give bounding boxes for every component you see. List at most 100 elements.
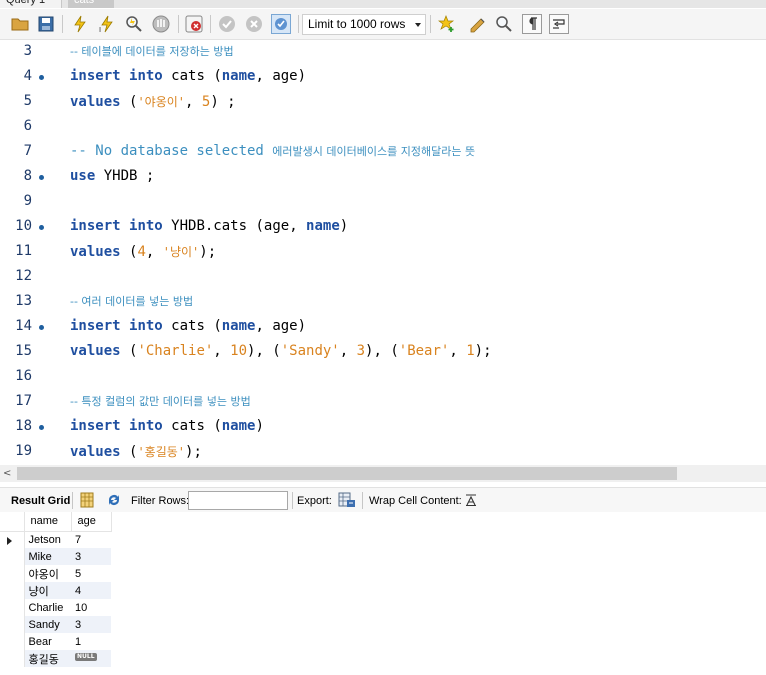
cell-name[interactable]: Charlie (24, 599, 71, 616)
stop-icon[interactable] (151, 14, 171, 34)
code-text: -- No database selected 에러발생시 데이터베이스를 지정… (70, 143, 475, 159)
row-header[interactable] (0, 531, 25, 548)
sql-keyword: into (129, 418, 163, 434)
row-header[interactable] (0, 650, 25, 667)
sql-comment: -- No database selected (70, 143, 273, 159)
cell-age[interactable]: 5 (71, 565, 111, 582)
column-header-age[interactable]: age (71, 512, 112, 532)
row-header[interactable] (0, 633, 25, 650)
toolbar-separator (292, 492, 293, 509)
cell-name[interactable]: Mike (24, 548, 71, 565)
table-row[interactable]: Jetson 7 (0, 531, 111, 548)
sql-editor[interactable]: 3 -- 테이블에 데이터를 저장하는 방법 4 insert into cat… (0, 40, 766, 465)
cell-name[interactable]: 홍길동 (24, 650, 71, 667)
cell-name[interactable]: Jetson (24, 531, 71, 548)
code-line: 19 values ('홍길동'); (0, 440, 766, 465)
explain-icon[interactable] (124, 14, 144, 34)
sql-keyword: into (129, 68, 163, 84)
table-row[interactable]: 야옹이 5 (0, 565, 111, 582)
punctuation: , (339, 343, 357, 359)
code-line: 18 insert into cats (name) (0, 415, 766, 440)
scrollbar-thumb[interactable] (17, 467, 677, 480)
cell-age[interactable]: 10 (71, 599, 111, 616)
cell-age[interactable]: 3 (71, 616, 111, 633)
string-literal: 'Charlie' (137, 343, 214, 359)
punctuation: , (145, 244, 163, 260)
result-grid-tab[interactable]: Result Grid (11, 495, 70, 507)
code-text: values ('야옹이', 5) ; (70, 93, 236, 110)
code-line: 10 insert into YHDB.cats (age, name) (0, 215, 766, 240)
code-text: values ('홍길동'); (70, 443, 202, 460)
statement-marker-icon (39, 175, 44, 180)
open-folder-icon[interactable] (10, 14, 30, 34)
execute-icon[interactable] (70, 14, 90, 34)
null-badge: NULL (75, 652, 97, 661)
find-icon[interactable] (494, 14, 514, 34)
sql-comment: -- 특정 컬럼의 값만 데이터를 넣는 방법 (70, 395, 251, 408)
invisible-chars-icon[interactable] (522, 14, 542, 34)
table-row[interactable]: Bear 1 (0, 633, 111, 650)
cell-age[interactable]: 3 (71, 548, 111, 565)
filter-rows-input[interactable] (188, 491, 288, 510)
row-header[interactable] (0, 548, 25, 565)
code-text: insert into YHDB.cats (age, name) (70, 218, 348, 234)
row-header[interactable] (0, 599, 25, 616)
table-identifier: cats (171, 318, 205, 334)
toggle-error-icon[interactable] (184, 14, 204, 34)
grid-view-icon[interactable] (80, 492, 94, 511)
rollback-icon[interactable] (244, 14, 264, 34)
punctuation: , (289, 218, 307, 234)
commit-icon[interactable] (217, 14, 237, 34)
sql-keyword: insert (70, 418, 121, 434)
line-number: 11 (15, 243, 32, 259)
code-text: values ('Charlie', 10), ('Sandy', 3), ('… (70, 343, 492, 359)
table-row[interactable]: 홍길동 NULL (0, 650, 111, 667)
statement-marker-icon (39, 75, 44, 80)
punctuation: , (255, 318, 273, 334)
punctuation: ( (204, 418, 222, 434)
tab-cats[interactable]: cats (68, 0, 114, 8)
export-icon[interactable] (338, 492, 356, 511)
code-line: 13 -- 여러 데이터를 넣는 방법 (0, 290, 766, 315)
table-row[interactable]: Sandy 3 (0, 616, 111, 633)
limit-rows-select[interactable]: Limit to 1000 rows (302, 14, 426, 35)
scroll-left-icon[interactable]: < (3, 468, 11, 479)
row-header[interactable] (0, 565, 25, 582)
wrap-cell-icon[interactable] (465, 494, 477, 509)
cell-name[interactable]: 야옹이 (24, 565, 71, 582)
code-line: 11 values (4, '냥이'); (0, 240, 766, 265)
cell-age[interactable]: NULL (71, 650, 111, 667)
cell-name[interactable]: Sandy (24, 616, 71, 633)
number-literal: 1 (466, 343, 475, 359)
result-grid-toolbar: Result Grid Filter Rows: Export: Wrap Ce… (0, 487, 766, 512)
table-row[interactable]: 냥이 4 (0, 582, 111, 599)
autocommit-icon[interactable] (271, 14, 291, 34)
cell-age[interactable]: 4 (71, 582, 111, 599)
add-bookmark-icon[interactable] (437, 14, 457, 34)
cell-name[interactable]: Bear (24, 633, 71, 650)
code-line: 15 values ('Charlie', 10), ('Sandy', 3),… (0, 340, 766, 365)
table-row[interactable]: Mike 3 (0, 548, 111, 565)
cell-age[interactable]: 7 (71, 531, 111, 548)
tab-query-1[interactable]: Query 1 (0, 0, 62, 8)
editor-horizontal-scrollbar[interactable]: < (0, 465, 766, 482)
column-header-name[interactable]: name (24, 512, 72, 532)
refresh-icon[interactable] (106, 492, 122, 511)
execute-current-icon[interactable]: I (97, 14, 117, 34)
beautify-icon[interactable] (468, 14, 488, 34)
table-identifier: YHDB.cats ( (162, 218, 264, 234)
cell-age[interactable]: 1 (71, 633, 111, 650)
table-row[interactable]: Charlie 10 (0, 599, 111, 616)
column-identifier: age (272, 318, 298, 334)
row-header[interactable] (0, 616, 25, 633)
wrap-icon[interactable] (549, 14, 569, 34)
punctuation: ) (255, 418, 264, 434)
statement-marker-icon (39, 425, 44, 430)
line-number: 15 (15, 343, 32, 359)
line-number: 14 (15, 318, 32, 334)
tab-strip: Query 1 cats (0, 0, 766, 8)
save-icon[interactable] (36, 14, 56, 34)
row-header[interactable] (0, 582, 25, 599)
cell-name[interactable]: 냥이 (24, 582, 71, 599)
punctuation: ), ( (247, 343, 281, 359)
